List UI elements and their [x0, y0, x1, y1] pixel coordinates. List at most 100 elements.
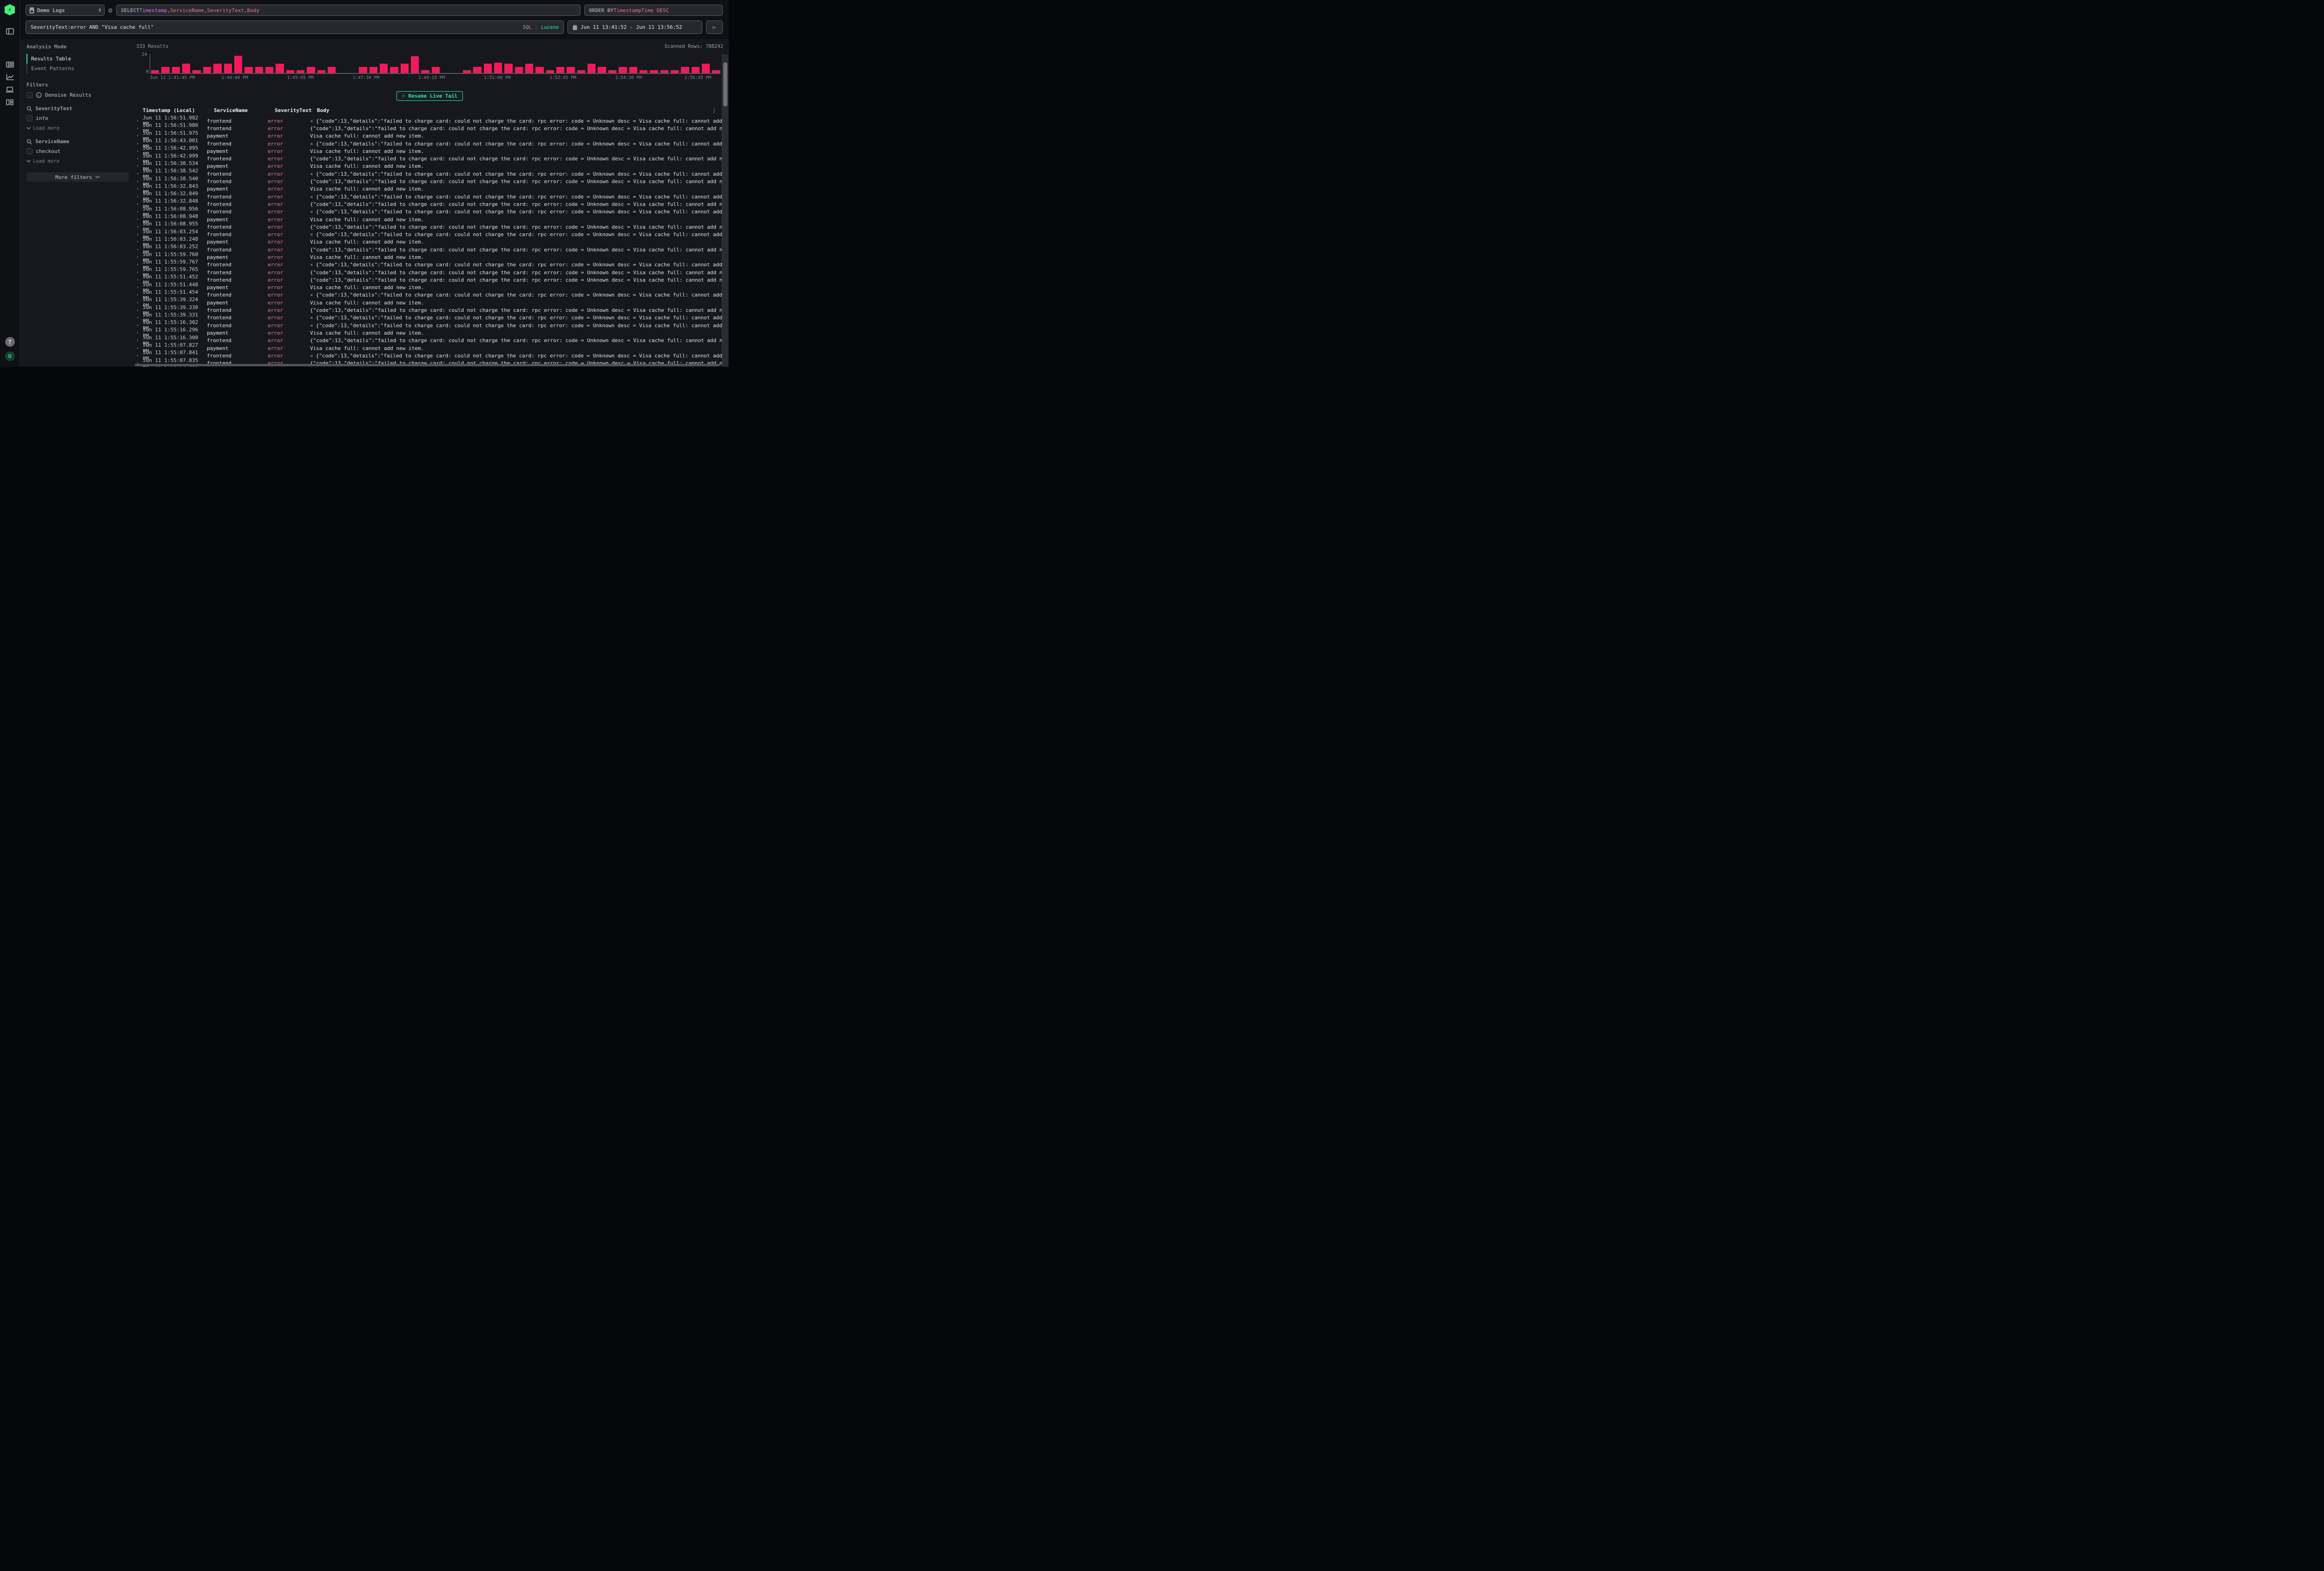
- expand-row-icon[interactable]: ›: [136, 255, 143, 260]
- log-row[interactable]: ›Jun 11 1:55:59.760 PMpaymenterrorVisa c…: [136, 253, 723, 261]
- histogram-bar[interactable]: [681, 54, 689, 73]
- log-row[interactable]: ›Jun 11 1:56:32.843 PMpaymenterrorVisa c…: [136, 185, 723, 193]
- run-query-button[interactable]: ▷: [706, 20, 723, 34]
- log-row[interactable]: ›Jun 11 1:56:51.975 PMpaymenterrorVisa c…: [136, 132, 723, 140]
- histogram-bar[interactable]: [213, 54, 221, 73]
- expand-row-icon[interactable]: ›: [136, 133, 143, 139]
- col-body[interactable]: ⋮Body⋮: [310, 107, 723, 113]
- expand-row-icon[interactable]: ›: [136, 323, 143, 328]
- scrollbar-thumb[interactable]: [723, 62, 727, 106]
- expand-row-icon[interactable]: ›: [136, 202, 143, 207]
- histogram-bar[interactable]: [203, 54, 211, 73]
- log-row[interactable]: ›Jun 11 1:56:03.254 PMfrontenderror×{"co…: [136, 231, 723, 238]
- log-row[interactable]: ›Jun 11 1:56:08.955 PMfrontenderror{"cod…: [136, 223, 723, 231]
- log-row[interactable]: ›Jun 11 1:56:43.001 PMfrontenderror×{"co…: [136, 140, 723, 147]
- column-drag-handle[interactable]: ⋮: [310, 108, 314, 112]
- select-clause-input[interactable]: SELECT Timestamp, ServiceName, SeverityT…: [116, 5, 581, 16]
- expand-row-icon[interactable]: ›: [136, 262, 143, 267]
- histogram-bar[interactable]: [598, 54, 606, 73]
- histogram-bar[interactable]: [494, 54, 502, 73]
- user-avatar[interactable]: U: [5, 351, 15, 361]
- filter-group-name[interactable]: SeverityText: [35, 106, 72, 112]
- log-row[interactable]: ›Jun 11 1:56:08.948 PMpaymenterrorVisa c…: [136, 216, 723, 223]
- histogram-bar[interactable]: [692, 54, 700, 73]
- results-histogram[interactable]: 24 0 Jun 11 1:41:45 PM1:44:00 PM1:45:45 …: [136, 53, 723, 80]
- histogram-bar[interactable]: [380, 54, 388, 73]
- log-row[interactable]: ›Jun 11 1:56:32.849 PMfrontenderror×{"co…: [136, 193, 723, 200]
- histogram-bar[interactable]: [504, 54, 512, 73]
- histogram-bar[interactable]: [328, 54, 336, 73]
- log-row[interactable]: ›Jun 11 1:55:51.454 PMfrontenderror×{"co…: [136, 291, 723, 299]
- expand-row-icon[interactable]: ›: [136, 172, 143, 177]
- panels-icon[interactable]: [5, 26, 14, 36]
- log-row[interactable]: ›Jun 11 1:55:07.841 PMfrontenderror×{"co…: [136, 352, 723, 359]
- histogram-bar[interactable]: [411, 54, 419, 73]
- col-timestamp[interactable]: Timestamp (Local): [143, 107, 207, 113]
- help-button[interactable]: ?: [5, 337, 15, 347]
- source-select[interactable]: Demo Logs ▲▼: [26, 5, 105, 16]
- expand-row-icon[interactable]: ›: [136, 300, 143, 305]
- histogram-bar[interactable]: [224, 54, 232, 73]
- load-more-severitytext[interactable]: Load more: [26, 125, 129, 131]
- column-drag-handle[interactable]: ⋮: [268, 109, 271, 113]
- denoise-checkbox[interactable]: [26, 92, 33, 98]
- expand-row-icon[interactable]: ›: [136, 308, 143, 313]
- histogram-bar[interactable]: [577, 54, 585, 73]
- load-more-servicename[interactable]: Load more: [26, 158, 129, 164]
- histogram-bar[interactable]: [484, 54, 492, 73]
- expand-row-icon[interactable]: ›: [136, 338, 143, 343]
- histogram-bar[interactable]: [359, 54, 367, 73]
- filter-option-label[interactable]: checkout: [36, 148, 60, 154]
- log-row[interactable]: ›Jun 11 1:55:51.448 PMpaymenterrorVisa c…: [136, 284, 723, 291]
- horizontal-scrollbar[interactable]: [135, 364, 720, 366]
- expand-row-icon[interactable]: ›: [136, 277, 143, 283]
- mode-event-patterns[interactable]: Event Patterns: [26, 64, 129, 73]
- histogram-bar[interactable]: [338, 54, 346, 73]
- histogram-bar[interactable]: [255, 54, 263, 73]
- denoise-label[interactable]: Denoise Results: [45, 92, 91, 98]
- histogram-bar[interactable]: [442, 54, 450, 73]
- histogram-bar[interactable]: [192, 54, 200, 73]
- histogram-bar[interactable]: [712, 54, 720, 73]
- histogram-bar[interactable]: [640, 54, 647, 73]
- mode-results-table[interactable]: Results Table: [26, 54, 129, 64]
- expand-row-icon[interactable]: ›: [136, 239, 143, 244]
- expand-row-icon[interactable]: ›: [136, 224, 143, 230]
- histogram-bar[interactable]: [317, 54, 325, 73]
- histogram-bar[interactable]: [244, 54, 252, 73]
- histogram-bar[interactable]: [401, 54, 409, 73]
- log-row[interactable]: ›Jun 11 1:55:59.767 PMfrontenderror×{"co…: [136, 261, 723, 269]
- expand-row-icon[interactable]: ›: [136, 186, 143, 191]
- histogram-bar[interactable]: [463, 54, 471, 73]
- filter-option-checkbox[interactable]: [26, 148, 33, 154]
- col-servicename[interactable]: ⋮ServiceName: [207, 107, 268, 113]
- expand-row-icon[interactable]: ›: [136, 285, 143, 290]
- column-drag-handle[interactable]: ⋮: [207, 109, 211, 113]
- histogram-bar[interactable]: [182, 54, 190, 73]
- expand-row-icon[interactable]: ›: [136, 141, 143, 146]
- histogram-bar[interactable]: [629, 54, 637, 73]
- log-row[interactable]: ›Jun 11 1:56:38.534 PMpaymenterrorVisa c…: [136, 163, 723, 170]
- app-logo-icon[interactable]: ⚡: [5, 4, 15, 15]
- gear-icon[interactable]: ⚙: [108, 7, 112, 14]
- histogram-bar[interactable]: [650, 54, 658, 73]
- log-row[interactable]: ›Jun 11 1:56:51.982 PMfrontenderror×{"co…: [136, 117, 723, 125]
- log-row[interactable]: ›Jun 11 1:55:51.452 PMfrontenderror{"cod…: [136, 276, 723, 284]
- log-row[interactable]: ›Jun 11 1:56:42.999 PMfrontenderror{"cod…: [136, 155, 723, 162]
- expand-row-icon[interactable]: ›: [136, 209, 143, 214]
- histogram-bar[interactable]: [265, 54, 273, 73]
- filter-option-checkbox[interactable]: [26, 115, 33, 121]
- histogram-bar[interactable]: [151, 54, 159, 73]
- histogram-bar[interactable]: [588, 54, 595, 73]
- histogram-bar[interactable]: [608, 54, 616, 73]
- histogram-bar[interactable]: [234, 54, 242, 73]
- expand-row-icon[interactable]: ›: [136, 217, 143, 222]
- histogram-bar[interactable]: [172, 54, 180, 73]
- expand-row-icon[interactable]: ›: [136, 292, 143, 297]
- log-row[interactable]: ›Jun 11 1:56:51.980 PMfrontenderror{"cod…: [136, 125, 723, 132]
- log-row[interactable]: ›Jun 11 1:56:32.848 PMfrontenderror{"cod…: [136, 200, 723, 208]
- dashboard-icon[interactable]: [5, 98, 14, 107]
- resume-live-tail-button[interactable]: ⚡ Resume Live Tail: [396, 91, 463, 101]
- expand-row-icon[interactable]: ›: [136, 247, 143, 252]
- mode-sql[interactable]: SQL: [523, 25, 532, 30]
